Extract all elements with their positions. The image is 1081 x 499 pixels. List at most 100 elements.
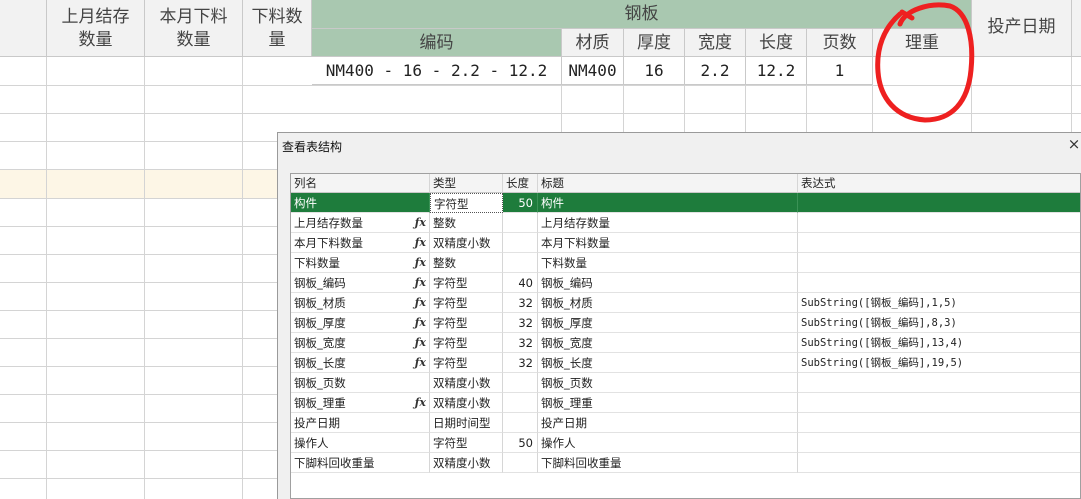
cell-type[interactable]: 字符型: [430, 313, 503, 333]
cell-type[interactable]: 双精度小数: [430, 373, 503, 393]
cell-type[interactable]: 字符型: [430, 293, 503, 313]
cell-caption[interactable]: 钢板_材质: [538, 293, 798, 313]
header-length[interactable]: 长度: [746, 29, 807, 57]
cell-length[interactable]: [503, 393, 538, 413]
cell-type[interactable]: 字符型: [430, 433, 503, 453]
cell-length[interactable]: [503, 373, 538, 393]
cell-name[interactable]: 投产日期: [291, 413, 430, 433]
cell-caption[interactable]: 钢板_长度: [538, 353, 798, 373]
row1-code-cell[interactable]: NM400 - 16 - 2.2 - 12.2: [312, 57, 562, 85]
column-header-length[interactable]: 长度: [503, 174, 538, 193]
cell-length[interactable]: [503, 413, 538, 433]
cell-expr[interactable]: SubString([钢板_编码],13,4): [798, 333, 1080, 353]
cell-length[interactable]: [503, 453, 538, 473]
header-thickness[interactable]: 厚度: [624, 29, 685, 57]
cell-name[interactable]: 钢板_理重 ƒx: [291, 393, 430, 413]
table-row[interactable]: 钢板_理重 ƒx 双精度小数 钢板_理重: [291, 393, 1080, 413]
cell-expr[interactable]: SubString([钢板_编码],1,5): [798, 293, 1080, 313]
cell-caption[interactable]: 下料数量: [538, 253, 798, 273]
cell-caption[interactable]: 钢板_编码: [538, 273, 798, 293]
table-row[interactable]: 钢板_材质 ƒx 字符型 32 钢板_材质 SubString([钢板_编码],1,5): [291, 293, 1080, 313]
cell-type[interactable]: 字符型: [430, 353, 503, 373]
cell-type[interactable]: 字符型: [430, 273, 503, 293]
cell-length[interactable]: 32: [503, 293, 538, 313]
row1-thickness-cell[interactable]: 16: [624, 57, 685, 85]
cell-expr[interactable]: [798, 433, 1080, 453]
header-group-steel-plate[interactable]: 钢板: [312, 0, 972, 29]
row1-material-cell[interactable]: NM400: [562, 57, 624, 85]
cell-name[interactable]: 操作人: [291, 433, 430, 453]
cell-name[interactable]: 钢板_编码 ƒx: [291, 273, 430, 293]
cell-expr[interactable]: [798, 413, 1080, 433]
cell-length[interactable]: 32: [503, 313, 538, 333]
cell-expr[interactable]: [798, 273, 1080, 293]
cell-type[interactable]: 日期时间型: [430, 413, 503, 433]
row1-length-cell[interactable]: 12.2: [746, 57, 807, 85]
cell-expr[interactable]: [798, 373, 1080, 393]
cell-caption[interactable]: 钢板_理重: [538, 393, 798, 413]
cell-expr[interactable]: [798, 253, 1080, 273]
cell-length[interactable]: 32: [503, 353, 538, 373]
cell-name[interactable]: 下脚料回收重量: [291, 453, 430, 473]
cell-name[interactable]: 下料数量 ƒx: [291, 253, 430, 273]
cell-length[interactable]: 50: [503, 193, 538, 213]
cell-expr[interactable]: [798, 193, 1080, 213]
cell-name[interactable]: 上月结存数量 ƒx: [291, 213, 430, 233]
cell-name[interactable]: 钢板_宽度 ƒx: [291, 333, 430, 353]
table-row[interactable]: 下料数量 ƒx 整数 下料数量: [291, 253, 1080, 273]
cell-expr[interactable]: SubString([钢板_编码],19,5): [798, 353, 1080, 373]
cell-caption[interactable]: 上月结存数量: [538, 213, 798, 233]
cell-type[interactable]: 双精度小数: [430, 393, 503, 413]
row1-width-cell[interactable]: 2.2: [685, 57, 746, 85]
table-row[interactable]: 投产日期 日期时间型 投产日期: [291, 413, 1080, 433]
table-row[interactable]: 下脚料回收重量 双精度小数 下脚料回收重量: [291, 453, 1080, 473]
cell-type[interactable]: 字符型: [430, 333, 503, 353]
table-row[interactable]: 本月下料数量 ƒx 双精度小数 本月下料数量: [291, 233, 1080, 253]
cell-caption[interactable]: 操作人: [538, 433, 798, 453]
cell-type[interactable]: 整数: [430, 253, 503, 273]
cell-length[interactable]: [503, 213, 538, 233]
cell-name[interactable]: 构件: [291, 193, 430, 213]
cell-expr[interactable]: [798, 213, 1080, 233]
column-header-expression[interactable]: 表达式: [798, 174, 1080, 193]
column-header-caption[interactable]: 标题: [538, 174, 798, 193]
cell-length[interactable]: 50: [503, 433, 538, 453]
table-row[interactable]: 构件 字符型 50 构件: [291, 193, 1080, 213]
header-production-date[interactable]: 投产日期: [972, 0, 1072, 57]
table-row[interactable]: 上月结存数量 ƒx 整数 上月结存数量: [291, 213, 1080, 233]
close-icon[interactable]: ×: [1067, 137, 1081, 152]
cell-length[interactable]: [503, 253, 538, 273]
cell-type[interactable]: 双精度小数: [430, 453, 503, 473]
cell-expr[interactable]: [798, 453, 1080, 473]
cell-name[interactable]: 钢板_页数: [291, 373, 430, 393]
cell-length[interactable]: 32: [503, 333, 538, 353]
cell-length[interactable]: [503, 233, 538, 253]
cell-caption[interactable]: 钢板_宽度: [538, 333, 798, 353]
table-row[interactable]: 钢板_页数 双精度小数 钢板_页数: [291, 373, 1080, 393]
cell-expr[interactable]: [798, 233, 1080, 253]
cell-type[interactable]: 双精度小数: [430, 233, 503, 253]
cell-expr[interactable]: [798, 393, 1080, 413]
cell-caption[interactable]: 投产日期: [538, 413, 798, 433]
table-row[interactable]: 钢板_宽度 ƒx 字符型 32 钢板_宽度 SubString([钢板_编码],13,4): [291, 333, 1080, 353]
cell-caption[interactable]: 钢板_页数: [538, 373, 798, 393]
cell-name[interactable]: 钢板_材质 ƒx: [291, 293, 430, 313]
header-material[interactable]: 材质: [562, 29, 624, 57]
cell-expr[interactable]: SubString([钢板_编码],8,3): [798, 313, 1080, 333]
cell-name[interactable]: 钢板_长度 ƒx: [291, 353, 430, 373]
table-row[interactable]: 钢板_厚度 ƒx 字符型 32 钢板_厚度 SubString([钢板_编码],8,3): [291, 313, 1080, 333]
cell-name[interactable]: 本月下料数量 ƒx: [291, 233, 430, 253]
header-code[interactable]: 编码: [312, 29, 562, 57]
header-width[interactable]: 宽度: [685, 29, 746, 57]
column-header-type[interactable]: 类型: [430, 174, 503, 193]
cell-length[interactable]: 40: [503, 273, 538, 293]
header-pages[interactable]: 页数: [807, 29, 873, 57]
header-cut-qty[interactable]: 下料数 量: [243, 0, 312, 57]
cell-caption[interactable]: 下脚料回收重量: [538, 453, 798, 473]
cell-caption[interactable]: 本月下料数量: [538, 233, 798, 253]
row1-pages-cell[interactable]: 1: [807, 57, 873, 85]
column-header-name[interactable]: 列名: [291, 174, 430, 193]
table-row[interactable]: 操作人 字符型 50 操作人: [291, 433, 1080, 453]
header-theoretical-weight[interactable]: 理重: [873, 29, 972, 57]
table-row[interactable]: 钢板_长度 ƒx 字符型 32 钢板_长度 SubString([钢板_编码],19,5): [291, 353, 1080, 373]
